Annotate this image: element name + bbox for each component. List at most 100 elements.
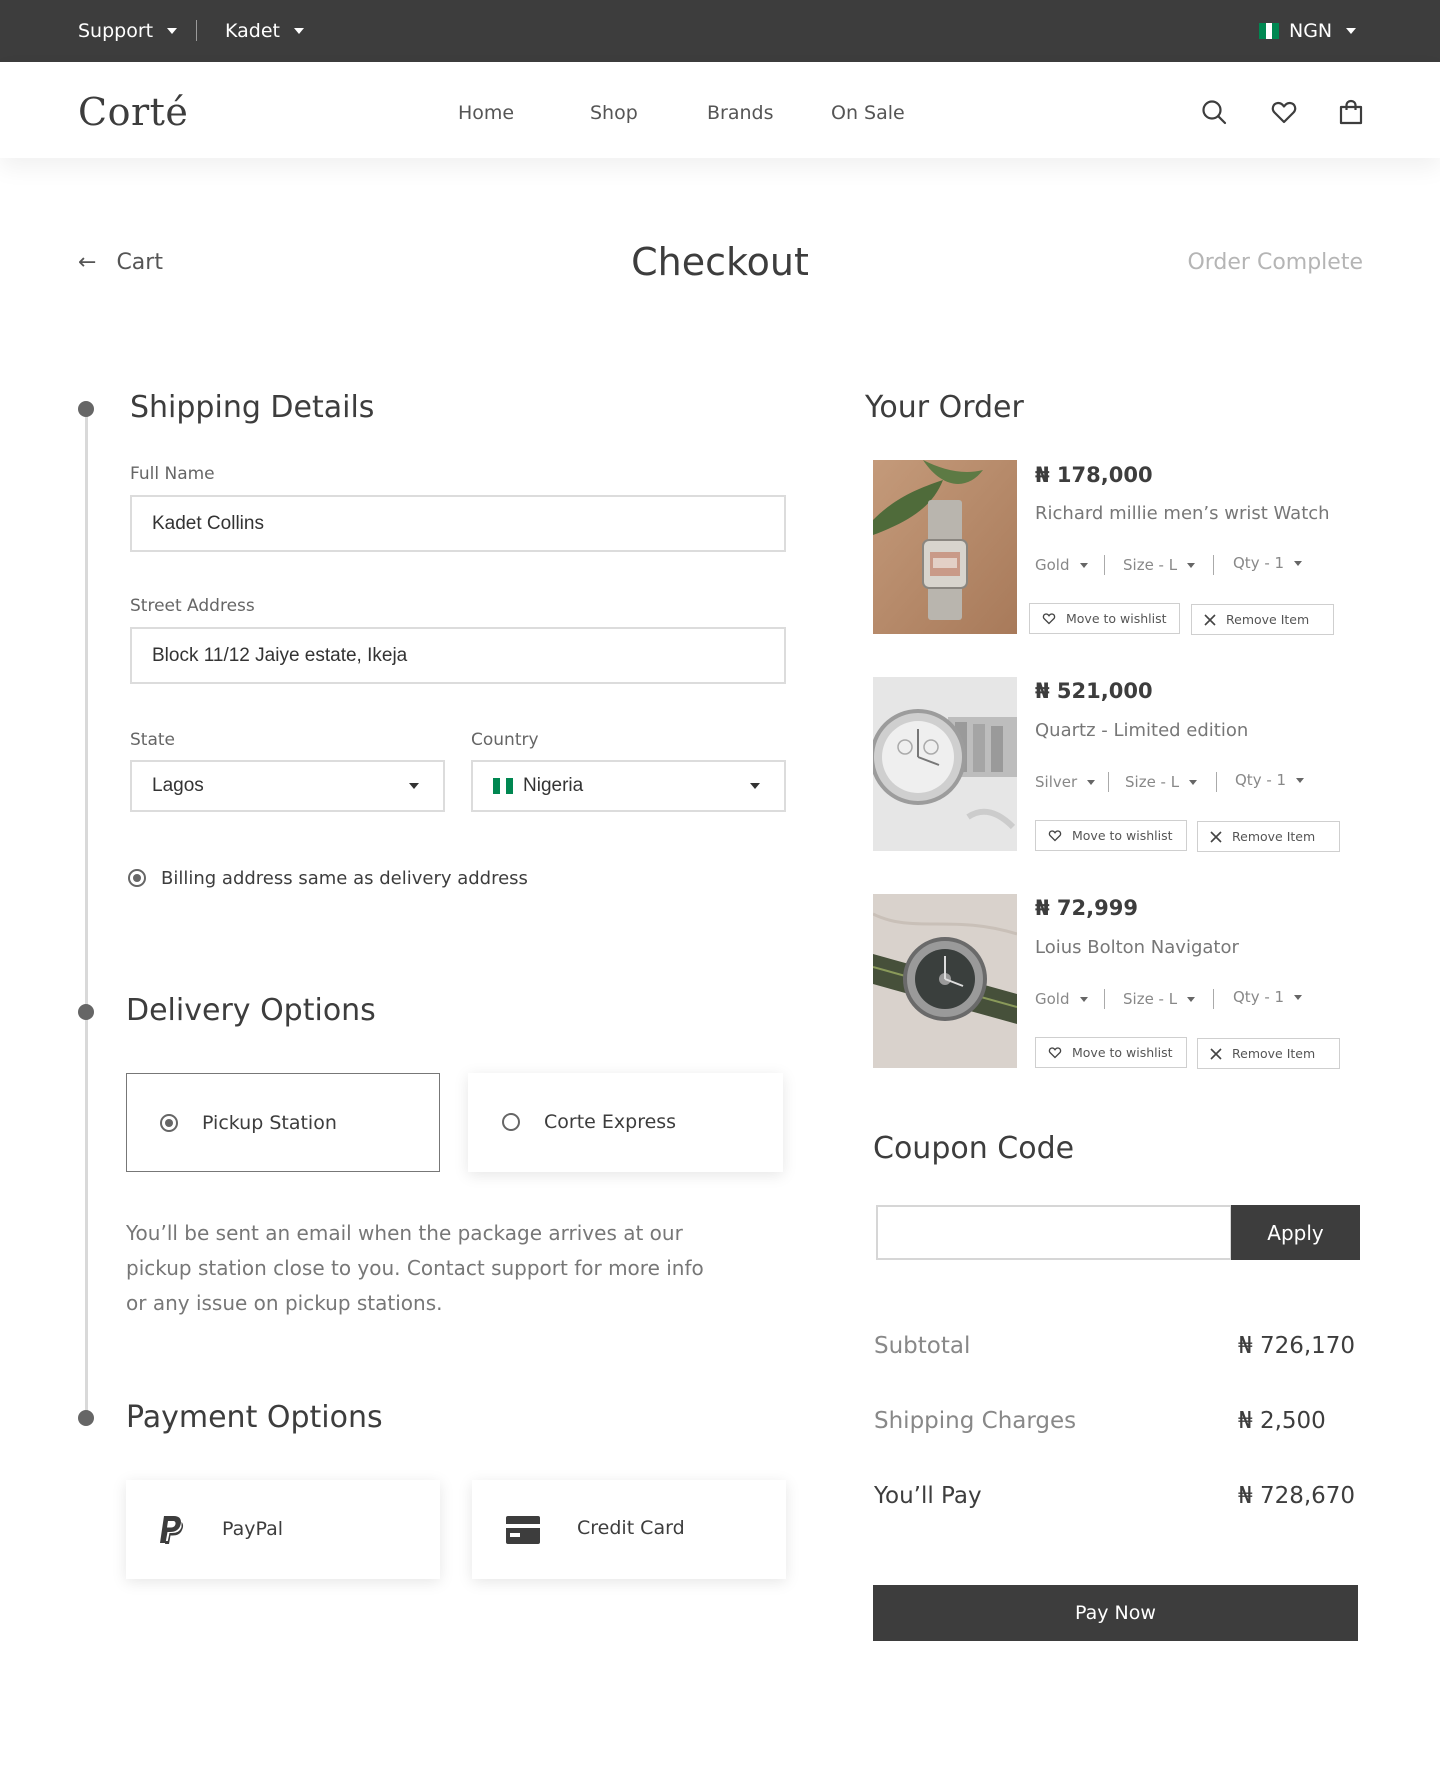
- payment-option-credit-card[interactable]: Credit Card: [472, 1480, 786, 1579]
- full-name-value: Kadet Collins: [152, 512, 264, 534]
- full-name-label: Full Name: [130, 464, 215, 484]
- shipping-charges-label: Shipping Charges: [874, 1408, 1077, 1434]
- color-select[interactable]: Silver: [1035, 773, 1096, 791]
- nav-brands[interactable]: Brands: [707, 102, 774, 124]
- color-select[interactable]: Gold: [1035, 990, 1088, 1008]
- remove-item-button[interactable]: Remove Item: [1191, 604, 1334, 635]
- heart-icon: [1042, 613, 1056, 625]
- size-value: Size - L: [1123, 990, 1178, 1008]
- divider: [1104, 989, 1105, 1009]
- chevron-down-icon: [409, 783, 419, 789]
- state-value: Lagos: [152, 775, 204, 796]
- move-to-wishlist-button[interactable]: Move to wishlist: [1029, 603, 1180, 634]
- your-order-title: Your Order: [865, 390, 1024, 425]
- state-select[interactable]: Lagos: [130, 760, 445, 812]
- divider: [1213, 989, 1214, 1009]
- delivery-option-pickup[interactable]: Pickup Station: [126, 1073, 440, 1172]
- pickup-radio[interactable]: [160, 1114, 178, 1132]
- size-select[interactable]: Size - L: [1125, 773, 1198, 791]
- color-value: Gold: [1035, 556, 1070, 574]
- top-bar: Support Kadet NGN: [0, 0, 1440, 62]
- full-name-field[interactable]: Kadet Collins: [130, 495, 786, 552]
- nav-home[interactable]: Home: [458, 102, 514, 124]
- payment-option-paypal[interactable]: PayPal: [126, 1480, 440, 1579]
- wishlist-label: Move to wishlist: [1066, 611, 1167, 626]
- shopping-bag-icon[interactable]: [1337, 98, 1365, 126]
- chevron-down-icon: [1079, 996, 1088, 1002]
- nigeria-flag-icon: [1259, 23, 1280, 39]
- pickup-label: Pickup Station: [202, 1112, 337, 1134]
- logo[interactable]: Corté: [78, 90, 188, 134]
- size-select[interactable]: Size - L: [1123, 990, 1196, 1008]
- qty-value: Qty - 1: [1233, 988, 1285, 1006]
- step-order-complete: Order Complete: [1187, 250, 1363, 275]
- nav-on-sale[interactable]: On Sale: [831, 102, 905, 124]
- billing-same-radio[interactable]: [128, 869, 146, 887]
- express-radio[interactable]: [502, 1113, 520, 1131]
- payment-options-title: Payment Options: [126, 1400, 383, 1435]
- size-select[interactable]: Size - L: [1123, 556, 1196, 574]
- apply-coupon-button[interactable]: Apply: [1231, 1205, 1360, 1260]
- pay-now-button[interactable]: Pay Now: [873, 1585, 1358, 1641]
- close-icon: [1210, 830, 1222, 843]
- product-image-watch-2[interactable]: [873, 677, 1017, 851]
- remove-item-button[interactable]: Remove Item: [1197, 1038, 1340, 1069]
- wishlist-label: Move to wishlist: [1072, 1045, 1173, 1060]
- delivery-options-title: Delivery Options: [126, 993, 376, 1028]
- site-header: Corté Home Shop Brands On Sale: [0, 62, 1440, 158]
- remove-item-button[interactable]: Remove Item: [1197, 821, 1340, 852]
- qty-select[interactable]: Qty - 1: [1233, 554, 1303, 572]
- credit-card-label: Credit Card: [577, 1517, 685, 1539]
- qty-select[interactable]: Qty - 1: [1235, 771, 1305, 789]
- support-dropdown[interactable]: Support: [78, 0, 178, 62]
- chevron-down-icon: [1296, 777, 1305, 783]
- street-address-value: Block 11/12 Jaiye estate, Ikeja: [152, 644, 408, 666]
- heart-icon[interactable]: [1270, 98, 1298, 126]
- item-name[interactable]: Loius Bolton Navigator: [1035, 937, 1239, 958]
- subtotal-value: ₦ 726,170: [1238, 1333, 1356, 1359]
- chevron-down-icon: [1294, 560, 1303, 566]
- total-pay-value: ₦ 728,670: [1238, 1483, 1356, 1509]
- paypal-label: PayPal: [222, 1518, 284, 1540]
- item-price: ₦ 521,000: [1035, 679, 1153, 703]
- heart-icon: [1048, 830, 1062, 842]
- chevron-down-icon: [1087, 779, 1096, 785]
- support-label: Support: [78, 20, 154, 42]
- close-icon: [1204, 613, 1216, 626]
- chevron-down-icon: [1189, 779, 1198, 785]
- remove-label: Remove Item: [1226, 612, 1310, 627]
- coupon-input[interactable]: [876, 1205, 1232, 1260]
- move-to-wishlist-button[interactable]: Move to wishlist: [1035, 820, 1187, 851]
- chevron-down-icon: [1294, 994, 1303, 1000]
- item-name[interactable]: Richard millie men’s wrist Watch: [1035, 503, 1330, 524]
- chevron-down-icon: [167, 28, 178, 34]
- wishlist-label: Move to wishlist: [1072, 828, 1173, 843]
- chevron-down-icon: [1079, 562, 1088, 568]
- chevron-down-icon: [750, 783, 760, 789]
- color-value: Gold: [1035, 990, 1070, 1008]
- shipping-charges-value: ₦ 2,500: [1238, 1408, 1326, 1434]
- size-value: Size - L: [1123, 556, 1178, 574]
- divider: [1216, 772, 1217, 792]
- street-address-field[interactable]: Block 11/12 Jaiye estate, Ikeja: [130, 627, 786, 684]
- country-select[interactable]: Nigeria: [471, 760, 786, 812]
- move-to-wishlist-button[interactable]: Move to wishlist: [1035, 1037, 1187, 1068]
- search-icon[interactable]: [1200, 98, 1228, 126]
- product-image-watch-3[interactable]: [873, 894, 1017, 1068]
- color-select[interactable]: Gold: [1035, 556, 1088, 574]
- size-value: Size - L: [1125, 773, 1180, 791]
- qty-select[interactable]: Qty - 1: [1233, 988, 1303, 1006]
- product-image-watch-1[interactable]: [873, 460, 1017, 634]
- qty-value: Qty - 1: [1233, 554, 1285, 572]
- timeline-dot: [78, 1410, 94, 1426]
- billing-same-label: Billing address same as delivery address: [161, 868, 528, 889]
- item-price: ₦ 178,000: [1035, 463, 1153, 487]
- country-label: Country: [471, 730, 539, 750]
- delivery-option-express[interactable]: Corte Express: [468, 1073, 783, 1172]
- currency-dropdown[interactable]: NGN: [1259, 0, 1357, 62]
- item-name[interactable]: Quartz - Limited edition: [1035, 720, 1248, 741]
- heart-icon: [1048, 1047, 1062, 1059]
- nav-shop[interactable]: Shop: [590, 102, 638, 124]
- account-dropdown[interactable]: Kadet: [225, 0, 304, 62]
- timeline-dot: [78, 401, 94, 417]
